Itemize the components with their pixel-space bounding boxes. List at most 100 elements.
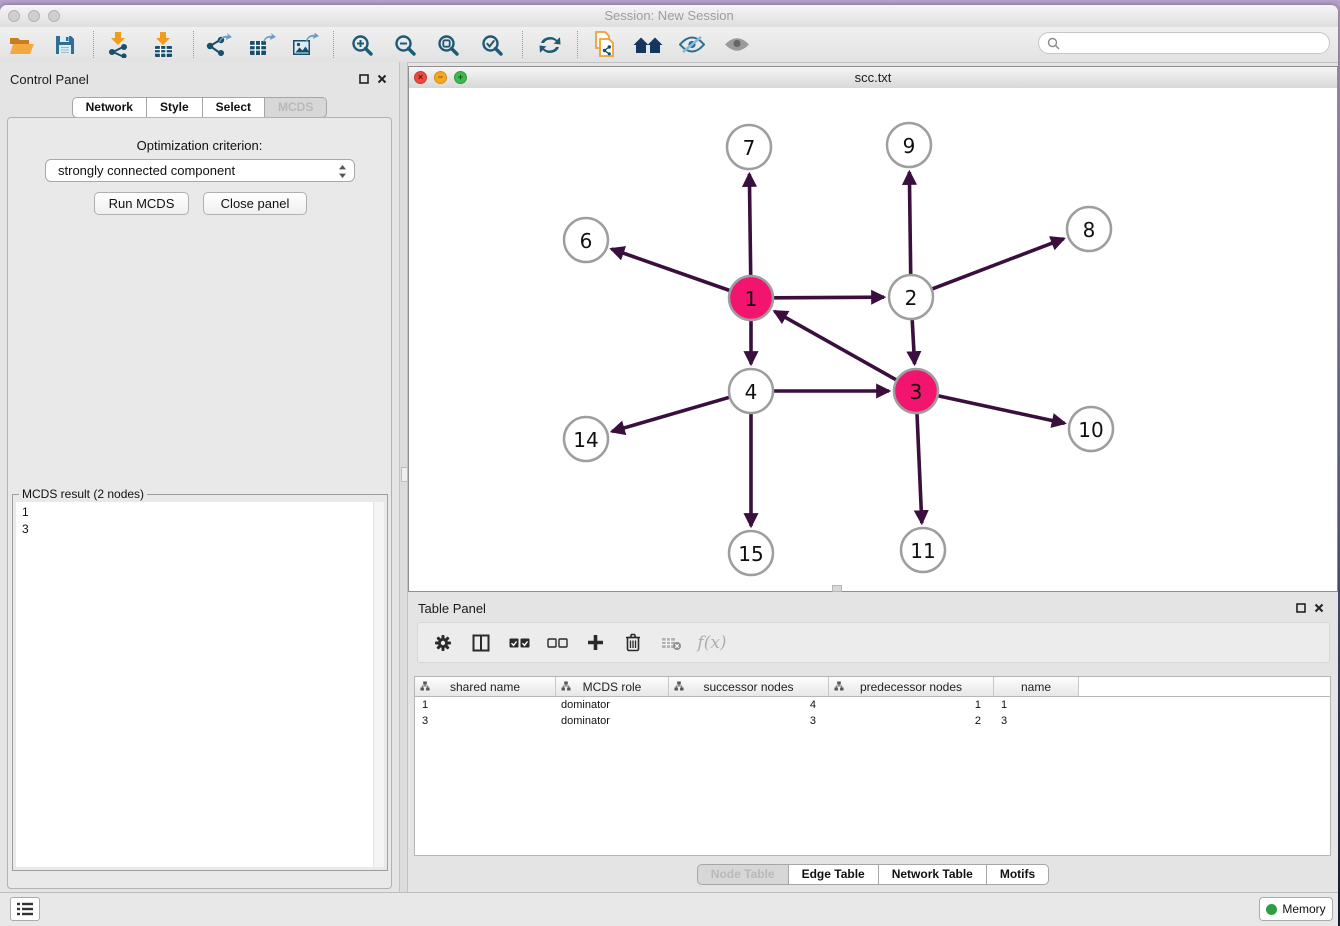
refresh-button[interactable] [535,30,565,59]
graph-node-label-7: 7 [743,136,756,160]
table-row[interactable]: 3 dominator 3 2 3 [415,713,1330,729]
memory-button[interactable]: Memory [1259,897,1333,921]
column-header-mcds-role[interactable]: MCDS role [556,677,669,696]
open-session-button[interactable] [7,30,37,59]
cell-name[interactable]: 1 [994,697,1079,713]
delete-column-button[interactable] [614,633,652,652]
show-all-button[interactable] [722,30,752,59]
network-canvas[interactable]: 7968124314101511 [409,88,1337,591]
graph-edge-3-1[interactable] [775,311,896,379]
column-label: name [1021,680,1051,694]
houses-icon [633,34,663,56]
network-graph[interactable]: 7968124314101511 [409,88,1337,591]
graph-edge-4-14[interactable] [612,397,729,431]
tab-edge-table[interactable]: Edge Table [789,864,879,885]
function-builder-button[interactable]: f(x) [690,633,734,653]
close-table-panel-icon[interactable] [1312,602,1326,614]
export-network-button[interactable] [203,30,233,59]
tab-mcds[interactable]: MCDS [265,97,327,118]
gear-icon [434,634,452,652]
optimization-criterion-label: Optimization criterion: [8,138,391,153]
graph-edge-3-10[interactable] [938,396,1064,423]
import-table-icon [152,32,174,58]
panel-splitter[interactable] [399,62,408,893]
table-header-row: shared name MCDS role successor nodes [415,677,1330,697]
close-panel-button[interactable]: Close panel [203,192,307,215]
header-filler [1079,677,1330,696]
tab-node-table[interactable]: Node Table [697,864,789,885]
task-history-button[interactable] [10,897,40,921]
graph-edge-2-3[interactable] [912,320,914,364]
hierarchy-icon [674,681,684,691]
table-row[interactable]: 1 dominator 4 1 1 [415,697,1330,713]
cell-predecessor-nodes[interactable]: 2 [829,713,994,729]
title-bar: Session: New Session [0,5,1338,28]
table-toolbar: f(x) [417,622,1330,663]
unchecked-boxes-icon [547,637,568,649]
show-columns-button[interactable] [462,634,500,652]
run-mcds-button[interactable]: Run MCDS [94,192,189,215]
graph-node-label-3: 3 [910,380,923,404]
tab-select[interactable]: Select [203,97,265,118]
criterion-dropdown[interactable]: strongly connected component [45,159,355,182]
network-title: scc.txt [409,67,1337,88]
table-settings-button[interactable] [424,634,462,652]
column-header-predecessor-nodes[interactable]: predecessor nodes [829,677,994,696]
graph-edge-1-6[interactable] [611,249,729,290]
duplicate-network-button[interactable] [589,30,619,59]
app-window: Session: New Session [0,5,1338,926]
unselect-all-columns-button[interactable] [538,637,576,649]
search-box [1038,32,1330,54]
delete-table-button[interactable] [652,635,690,651]
cell-successor-nodes[interactable]: 4 [669,697,829,713]
save-session-button[interactable] [50,30,80,59]
zoom-selected-button[interactable] [477,30,507,59]
cell-shared-name[interactable]: 1 [415,697,556,713]
home-networks-button[interactable] [633,30,663,59]
zoom-in-icon [351,34,373,56]
import-network-icon [107,32,129,58]
graph-node-label-1: 1 [745,287,758,311]
float-panel-icon[interactable] [357,73,371,85]
cell-successor-nodes[interactable]: 3 [669,713,829,729]
graph-edge-3-11[interactable] [917,414,922,523]
cell-mcds-role[interactable]: dominator [556,713,669,729]
splitter-grip[interactable] [401,467,408,482]
tab-network[interactable]: Network [72,97,147,118]
hide-selected-button[interactable] [677,30,707,59]
column-header-name[interactable]: name [994,677,1079,696]
graph-edge-1-7[interactable] [749,174,750,275]
close-panel-icon[interactable] [375,73,389,85]
select-all-columns-button[interactable] [500,637,538,649]
tab-motifs[interactable]: Motifs [987,864,1049,885]
column-header-successor-nodes[interactable]: successor nodes [669,677,829,696]
mcds-result-title: MCDS result (2 nodes) [19,487,147,501]
cell-name[interactable]: 3 [994,713,1079,729]
tab-network-table[interactable]: Network Table [879,864,987,885]
graph-node-label-15: 15 [738,542,763,566]
import-network-button[interactable] [103,30,133,59]
graph-edge-1-2[interactable] [774,297,884,298]
mcds-result-textarea[interactable]: 1 3 [16,502,384,867]
horizontal-splitter-grip[interactable] [832,585,842,592]
cell-mcds-role[interactable]: dominator [556,697,669,713]
graph-edge-2-8[interactable] [932,239,1063,289]
zoom-fit-button[interactable] [433,30,463,59]
cell-shared-name[interactable]: 3 [415,713,556,729]
column-header-shared-name[interactable]: shared name [415,677,556,696]
network-window: × − + scc.txt 7968124314101511 [408,66,1338,592]
float-table-panel-icon[interactable] [1294,602,1308,614]
cell-predecessor-nodes[interactable]: 1 [829,697,994,713]
result-scrollbar[interactable] [373,502,384,867]
graph-edge-2-9[interactable] [909,172,910,274]
export-table-button[interactable] [247,30,277,59]
import-table-button[interactable] [148,30,178,59]
export-image-button[interactable] [290,30,320,59]
tab-style[interactable]: Style [147,97,203,118]
search-input[interactable] [1038,32,1330,54]
zoom-out-button[interactable] [390,30,420,59]
table-tabs: Node Table Edge Table Network Table Moti… [408,864,1338,885]
create-column-button[interactable] [576,634,614,651]
zoom-in-button[interactable] [347,30,377,59]
criterion-value: strongly connected component [58,163,235,178]
